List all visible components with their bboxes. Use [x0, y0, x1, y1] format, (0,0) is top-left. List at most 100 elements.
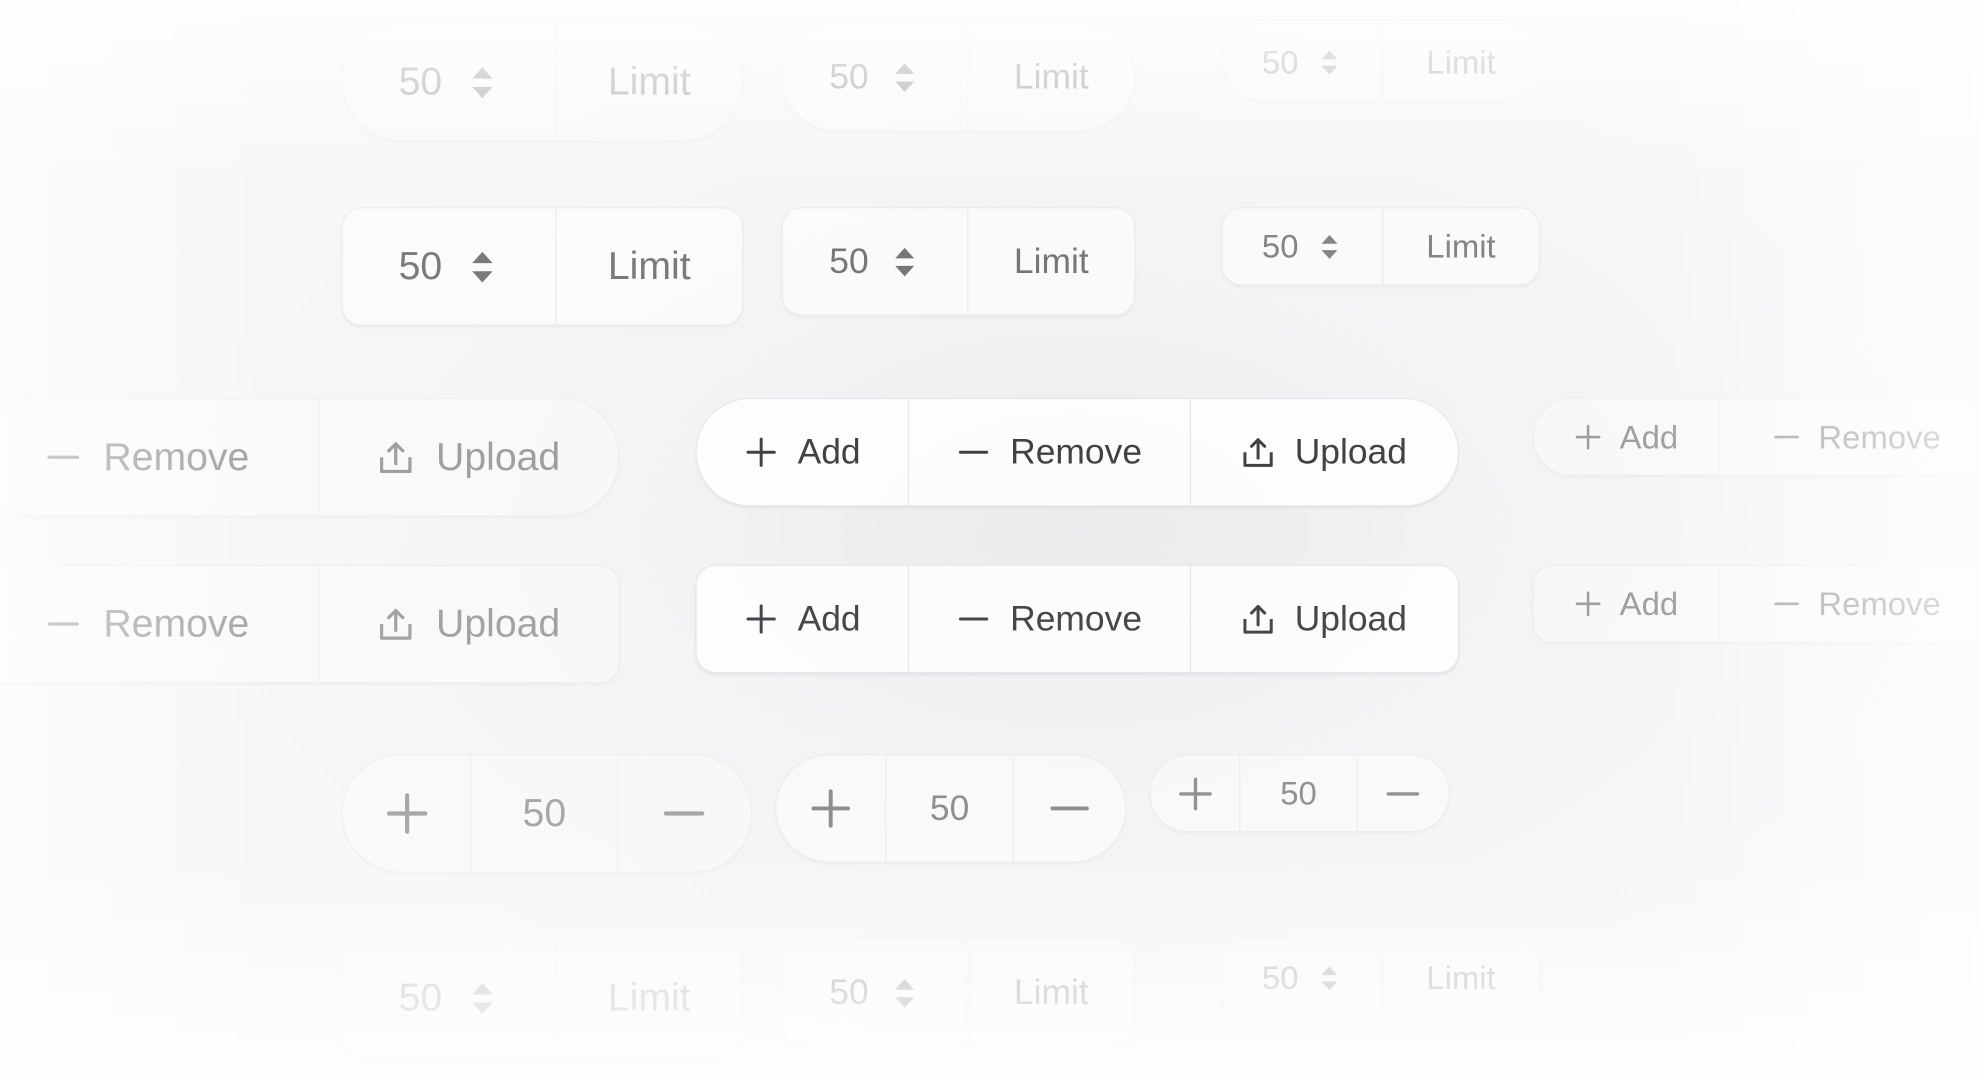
limit-label: Limit [1013, 241, 1089, 281]
quantity-stepper: 50 [341, 754, 753, 873]
remove-button[interactable]: Remove [1720, 399, 1980, 475]
spinner-arrows-icon [465, 65, 499, 99]
number-limit-group: 50 Limit [1221, 22, 1541, 102]
number-value: 50 [398, 243, 443, 289]
decrement-button[interactable] [1357, 755, 1449, 831]
number-value: 50 [398, 59, 443, 104]
number-spinner-input[interactable]: 50 [343, 939, 557, 1057]
number-spinner-input[interactable]: 50 [1223, 939, 1384, 1016]
action-button-group: Remove Upload [0, 564, 620, 684]
add-label: Add [797, 432, 861, 472]
spinner-arrows-icon [1316, 964, 1343, 991]
add-button[interactable]: Add [1534, 565, 1720, 642]
increment-button[interactable] [343, 755, 473, 872]
spinner-arrows-icon [889, 246, 921, 278]
limit-label: Limit [1013, 972, 1089, 1012]
limit-button[interactable]: Limit [556, 24, 742, 140]
upload-button[interactable]: Upload [1191, 399, 1458, 505]
number-spinner-input[interactable]: 50 [783, 24, 969, 131]
limit-label: Limit [607, 243, 691, 289]
number-limit-group: 50 Limit [781, 938, 1136, 1048]
quantity-value-field[interactable]: 50 [472, 755, 618, 872]
upload-label: Upload [1294, 598, 1407, 638]
limit-button[interactable]: Limit [1383, 208, 1539, 284]
minus-icon [1773, 590, 1801, 618]
number-limit-group: 50 Limit [1221, 938, 1541, 1017]
add-button[interactable]: Add [697, 565, 910, 673]
add-label: Add [1619, 417, 1679, 456]
remove-label: Remove [1818, 584, 1941, 623]
quantity-value: 50 [522, 790, 567, 835]
upload-button[interactable]: Upload [320, 566, 618, 682]
limit-button[interactable]: Limit [968, 208, 1134, 314]
quantity-value: 50 [1280, 773, 1317, 812]
number-limit-group: 50 Limit [341, 207, 744, 326]
plus-icon [1574, 590, 1602, 618]
number-value: 50 [829, 56, 869, 97]
limit-button[interactable]: Limit [1383, 24, 1539, 100]
remove-button[interactable]: Remove [1720, 566, 1980, 642]
add-label: Add [797, 598, 861, 638]
quantity-value-field[interactable]: 50 [887, 755, 1014, 862]
minus-icon [957, 603, 990, 636]
plus-icon [809, 787, 852, 830]
limit-label: Limit [1013, 56, 1089, 97]
quantity-value-field[interactable]: 50 [1241, 755, 1358, 832]
add-button[interactable]: Add [697, 399, 910, 506]
background-glow [0, 0, 1980, 1080]
minus-icon [662, 791, 708, 836]
increment-button[interactable] [776, 755, 887, 862]
spinner-arrows-icon [1316, 233, 1343, 260]
number-value: 50 [1261, 958, 1299, 997]
number-spinner-input[interactable]: 50 [343, 24, 557, 141]
remove-button[interactable]: Remove [0, 565, 320, 683]
limit-button[interactable]: Limit [556, 940, 742, 1056]
limit-button[interactable]: Limit [556, 208, 742, 324]
minus-icon [957, 436, 990, 469]
limit-label: Limit [607, 975, 691, 1020]
upload-icon [1242, 436, 1275, 469]
increment-button[interactable] [1151, 755, 1241, 832]
action-button-group: Add Remove [1532, 564, 1980, 643]
spinner-arrows-icon [465, 981, 499, 1015]
number-spinner-input[interactable]: 50 [783, 939, 969, 1046]
number-spinner-input[interactable]: 50 [783, 208, 969, 315]
decrement-button[interactable] [1014, 755, 1126, 861]
remove-label: Remove [1010, 432, 1143, 472]
upload-button[interactable]: Upload [320, 399, 618, 515]
number-value: 50 [1261, 42, 1299, 81]
upload-icon [378, 606, 413, 641]
action-button-group: Add Remove Upload [695, 397, 1460, 507]
limit-button[interactable]: Limit [1383, 940, 1539, 1016]
limit-label: Limit [607, 59, 691, 104]
limit-label: Limit [1426, 958, 1496, 997]
number-limit-group: 50 Limit [781, 22, 1136, 132]
minus-icon [45, 606, 80, 641]
remove-button[interactable]: Remove [910, 399, 1191, 506]
remove-label: Remove [103, 434, 250, 479]
number-limit-group: 50 Limit [1221, 207, 1541, 286]
action-button-group: Remove Upload [0, 397, 620, 517]
remove-label: Remove [103, 601, 250, 646]
limit-button[interactable]: Limit [968, 940, 1134, 1046]
upload-button[interactable]: Upload [1191, 566, 1458, 672]
number-spinner-input[interactable]: 50 [1223, 24, 1384, 100]
limit-label: Limit [1426, 42, 1496, 81]
number-spinner-input[interactable]: 50 [343, 208, 557, 325]
minus-icon [1773, 423, 1801, 451]
decrement-button[interactable] [618, 755, 751, 871]
number-limit-group: 50 Limit [341, 22, 744, 142]
upload-icon [378, 440, 413, 475]
remove-button[interactable]: Remove [910, 565, 1191, 673]
add-button[interactable]: Add [1534, 399, 1720, 475]
remove-button[interactable]: Remove [0, 399, 320, 516]
add-label: Add [1619, 584, 1679, 623]
number-spinner-input[interactable]: 50 [1223, 208, 1384, 285]
component-showcase: 50 Limit 50 Limit 50 Limit 50 Limit 50 Limit… [0, 0, 1980, 1080]
minus-icon [1385, 775, 1422, 812]
limit-label: Limit [1426, 226, 1496, 265]
limit-button[interactable]: Limit [968, 24, 1134, 130]
plus-icon [1177, 775, 1214, 812]
quantity-stepper: 50 [775, 754, 1127, 863]
number-value: 50 [829, 241, 869, 281]
